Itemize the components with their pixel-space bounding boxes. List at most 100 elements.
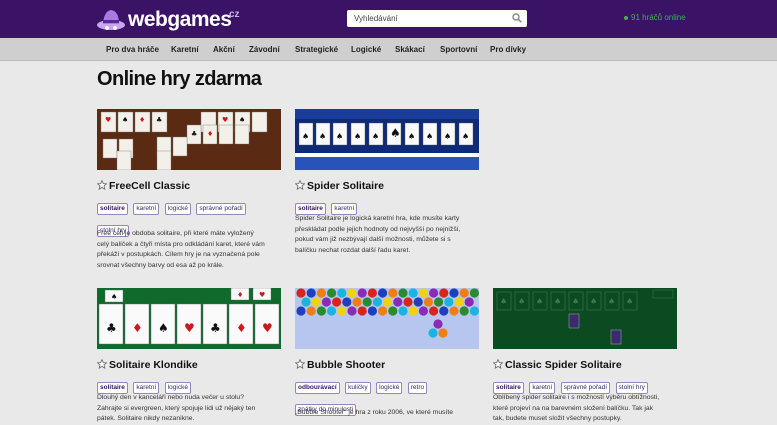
svg-text:♠: ♠ — [408, 132, 415, 141]
favorite-star-icon[interactable] — [295, 180, 305, 190]
svg-text:♠: ♠ — [426, 132, 433, 141]
desc-line: pokud vám již nezbývají další možnosti, … — [295, 236, 451, 243]
game-description: Spider Solitaire je logická karetní hra,… — [295, 214, 479, 256]
favorite-star-icon[interactable] — [97, 359, 107, 369]
svg-text:♠: ♠ — [626, 297, 633, 306]
nav-item-sportovni[interactable]: Sportovní — [440, 38, 477, 61]
tag[interactable]: správné pořadí — [196, 203, 246, 215]
game-thumbnail[interactable]: ♠ ♠ ♠ ♠ ♠ ♠ ♠ ♠ ♠ ♠ — [295, 109, 479, 170]
desc-line: Free cell je obdoba solitaire, při které… — [97, 230, 254, 237]
game-title-text: Solitaire Klondike — [109, 359, 198, 371]
svg-text:♠: ♠ — [536, 297, 543, 306]
svg-text:♥: ♥ — [262, 321, 273, 335]
desc-line: které projeví na na barevném složení bal… — [493, 404, 654, 412]
tag[interactable]: solitaire — [97, 203, 128, 215]
game-title-text: FreeCell Classic — [109, 180, 191, 192]
desc-line: srovnat všechny barvy od esa až po krále… — [97, 261, 224, 269]
tag[interactable]: logické — [376, 382, 403, 394]
svg-text:♠: ♠ — [239, 116, 245, 124]
game-title[interactable]: Bubble Shooter — [295, 359, 385, 371]
game-description: Dlouhý den v kanceláři nebo nuda večer u… — [97, 393, 281, 425]
logo-cz: cz — [229, 9, 240, 20]
svg-text:♠: ♠ — [372, 132, 379, 141]
svg-text:♣: ♣ — [191, 130, 197, 138]
tag[interactable]: logické — [164, 203, 191, 215]
game-description: „Bubble Shooter" je hra z roku 2006, ve … — [295, 408, 479, 419]
search-box — [347, 10, 527, 27]
game-title[interactable]: Spider Solitaire — [295, 180, 384, 192]
svg-text:♥: ♥ — [184, 321, 195, 335]
svg-text:♦: ♦ — [132, 321, 143, 335]
svg-text:♠: ♠ — [444, 132, 451, 141]
game-title-text: Bubble Shooter — [307, 359, 386, 371]
search-icon[interactable] — [512, 13, 522, 23]
nav-item-akcni[interactable]: Akční — [213, 38, 235, 61]
hat-logo-icon — [97, 10, 125, 30]
svg-text:♦: ♦ — [237, 291, 243, 299]
favorite-star-icon[interactable] — [97, 180, 107, 190]
svg-text:♦: ♦ — [236, 321, 247, 335]
svg-text:♣: ♣ — [156, 116, 162, 124]
game-thumbnail[interactable] — [295, 288, 479, 349]
svg-text:♥: ♥ — [259, 291, 265, 299]
svg-text:♠: ♠ — [554, 297, 561, 306]
svg-text:♠: ♠ — [122, 116, 128, 124]
online-count: 91 hráčů online — [631, 13, 686, 22]
desc-line: celý balíček a čtyři místa pro odkládání… — [97, 240, 265, 248]
desc-line: přeskládat podle jejich hodnoty od nejvy… — [295, 225, 461, 233]
svg-text:♠: ♠ — [462, 132, 469, 141]
game-title[interactable]: Solitaire Klondike — [97, 359, 198, 371]
svg-text:♥: ♥ — [105, 116, 111, 124]
page-title: Online hry zdarma — [97, 68, 262, 90]
svg-text:♦: ♦ — [207, 130, 213, 138]
svg-text:♠: ♠ — [500, 297, 507, 306]
online-dot-icon — [624, 15, 628, 20]
bubble-field-icon — [295, 288, 479, 349]
game-title[interactable]: FreeCell Classic — [97, 180, 190, 192]
tag[interactable]: karetní — [133, 203, 160, 215]
svg-text:♠: ♠ — [302, 132, 309, 141]
tag[interactable]: kuličky — [345, 382, 371, 394]
favorite-star-icon[interactable] — [493, 359, 503, 369]
game-description: Free cell je obdoba solitaire, při které… — [97, 229, 281, 271]
nav-item-strategicke[interactable]: Strategické — [295, 38, 338, 61]
game-thumbnail[interactable]: ♣ ♦ ♠ ♥ ♣ ♦ ♥ ♦ ♥ ♠ — [97, 288, 281, 349]
svg-text:♠: ♠ — [590, 297, 597, 306]
nav-item-pro-divky[interactable]: Pro dívky — [490, 38, 526, 61]
desc-line: Zahrajte si evergreen, který spojuje lid… — [97, 404, 256, 412]
search-input[interactable] — [347, 10, 507, 27]
nav-item-pro-dva-hrace[interactable]: Pro dva hráče — [106, 38, 159, 61]
game-description: Oblíbený spider solitaire i s možností v… — [493, 393, 677, 425]
desc-line: Dlouhý den v kanceláři nebo nuda večer u… — [97, 394, 244, 401]
svg-text:♠: ♠ — [111, 293, 117, 301]
nav-item-zavodni[interactable]: Závodní — [249, 38, 280, 61]
online-status: 91 hráčů online — [624, 13, 686, 22]
svg-text:♠: ♠ — [572, 297, 579, 306]
svg-text:♠: ♠ — [518, 297, 525, 306]
svg-text:♠: ♠ — [390, 126, 401, 140]
nav-item-karetni[interactable]: Karetní — [171, 38, 199, 61]
nav-item-logicke[interactable]: Logické — [351, 38, 381, 61]
tag[interactable]: retro — [407, 382, 428, 394]
desc-line: balíčku nechat rozdat další řadu karet. — [295, 246, 411, 254]
desc-line: překáží v postupkách. Cílem hry je na vy… — [97, 251, 260, 258]
favorite-star-icon[interactable] — [295, 359, 305, 369]
svg-text:♠: ♠ — [336, 132, 343, 141]
svg-text:♦: ♦ — [139, 116, 145, 124]
category-nav: Pro dva hráče Karetní Akční Závodní Stra… — [0, 38, 777, 61]
svg-text:♠: ♠ — [158, 321, 169, 335]
site-logo[interactable]: webgames cz — [96, 4, 246, 34]
nav-item-skakaci[interactable]: Skákací — [395, 38, 425, 61]
svg-text:♠: ♠ — [608, 297, 615, 306]
svg-text:♥: ♥ — [222, 116, 228, 124]
desc-line: Spider Solitaire je logická karetní hra,… — [295, 215, 460, 222]
desc-line: „Bubble Shooter" je hra z roku 2006, ve … — [295, 409, 454, 416]
logo-text: webgames — [128, 8, 232, 31]
game-title[interactable]: Classic Spider Solitaire — [493, 359, 622, 371]
tag[interactable]: odbourávací — [295, 382, 340, 394]
desc-line: Oblíbený spider solitaire i s možností v… — [493, 394, 660, 401]
game-thumbnail[interactable]: ♠ ♠ ♠ ♠ ♠ ♠ ♠ ♠ — [493, 288, 677, 349]
svg-text:♠: ♠ — [354, 132, 361, 141]
svg-text:♣: ♣ — [106, 321, 117, 335]
game-thumbnail[interactable]: ♥ ♦ ♥ ♦ ♠ ♣ ♠ ♣ — [97, 109, 281, 170]
